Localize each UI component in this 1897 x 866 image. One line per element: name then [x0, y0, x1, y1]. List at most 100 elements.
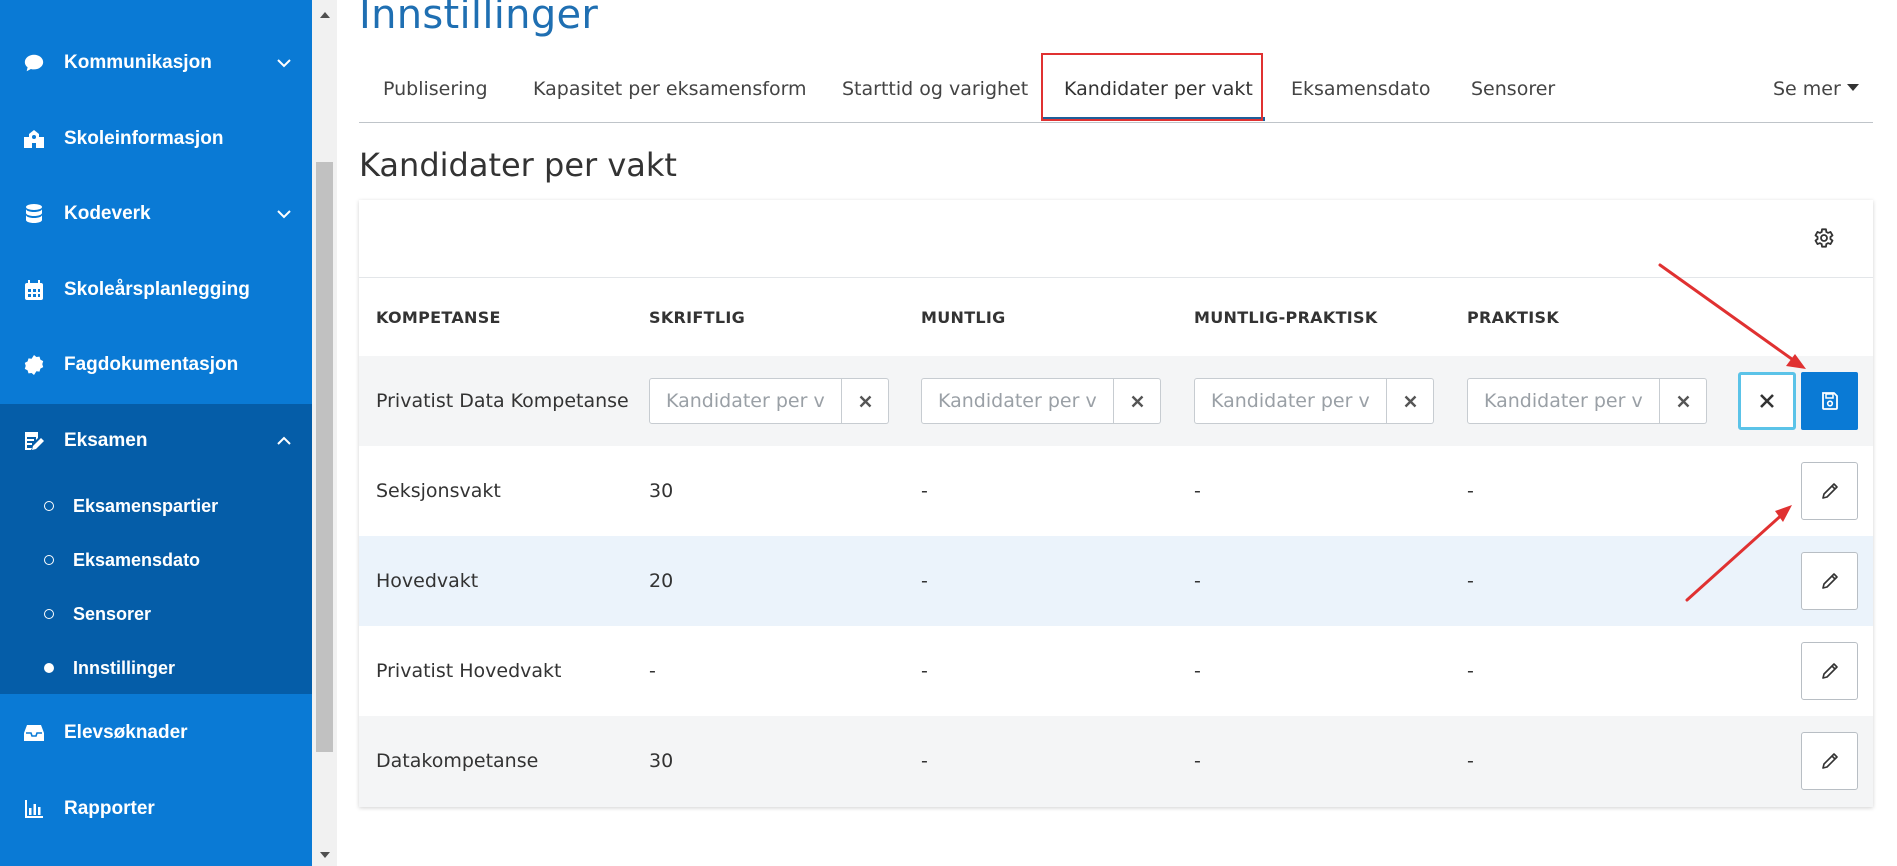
edit-row-button[interactable]: [1801, 732, 1858, 790]
sidebar-item-label: Fagdokumentasjon: [64, 354, 239, 375]
tab-se-mer-label: Se mer: [1773, 78, 1841, 100]
close-icon: [859, 395, 871, 407]
edit-row-button[interactable]: [1801, 552, 1858, 610]
muntlig-praktisk-value: -: [1194, 660, 1201, 682]
sidebar-item-skoleinformasjon[interactable]: Skoleinformasjon: [0, 109, 312, 169]
sidebar-item-elevsoknader[interactable]: Elevsøknader: [0, 703, 312, 763]
tab-sensorer[interactable]: Sensorer: [1471, 78, 1555, 100]
chat-bubble-icon: [22, 51, 46, 75]
skriftlig-value: -: [649, 660, 656, 682]
school-icon: [22, 127, 46, 151]
edit-document-icon: [22, 429, 46, 453]
calendar-icon: [22, 278, 46, 302]
badge-icon: [22, 353, 46, 377]
close-icon: [1677, 395, 1689, 407]
sidebar: Kommunikasjon Skoleinformasjon Kodeverk …: [0, 0, 312, 866]
clear-skriftlig-button[interactable]: [842, 378, 889, 424]
muntlig-value: -: [921, 660, 928, 682]
sidebar-item-label: Eksamen: [64, 430, 148, 451]
muntlig-value: -: [921, 750, 928, 772]
column-header-praktisk[interactable]: PRAKTISK: [1467, 308, 1559, 327]
praktisk-input[interactable]: [1467, 378, 1660, 424]
row-name: Seksjonsvakt: [376, 480, 501, 502]
sidebar-subitem-eksamensdato[interactable]: Eksamensdato: [0, 538, 312, 582]
column-header-kompetanse[interactable]: KOMPETANSE: [376, 308, 501, 327]
sidebar-item-kommunikasjon[interactable]: Kommunikasjon: [0, 33, 312, 93]
sidebar-subitem-label: Sensorer: [73, 603, 152, 624]
sidebar-subitem-sensorer[interactable]: Sensorer: [0, 592, 312, 636]
sidebar-item-fagdokumentasjon[interactable]: Fagdokumentasjon: [0, 335, 312, 395]
sidebar-item-rapporter[interactable]: Rapporter: [0, 779, 312, 839]
radio-dot-filled-icon: [44, 663, 54, 673]
save-button[interactable]: [1801, 372, 1858, 430]
exam-section: Eksamen Eksamenspartier Eksamensdato Sen…: [0, 404, 312, 694]
close-icon: [1404, 395, 1416, 407]
tab-kapasitet-per-eksamensform[interactable]: Kapasitet per eksamensform: [533, 78, 807, 100]
chevron-down-icon: [277, 210, 291, 219]
close-icon: [1760, 394, 1774, 408]
chevron-up-icon: [277, 436, 291, 445]
clear-muntlig-button[interactable]: [1114, 378, 1161, 424]
praktisk-value: -: [1467, 570, 1474, 592]
table-header: KOMPETANSE SKRIFTLIG MUNTLIG MUNTLIG-PRA…: [359, 277, 1873, 358]
scrollbar-thumb[interactable]: [316, 162, 333, 752]
clear-praktisk-button[interactable]: [1660, 378, 1707, 424]
scroll-up-arrow-icon[interactable]: [318, 10, 331, 20]
table-row: Hovedvakt 20 - - -: [359, 536, 1873, 626]
pencil-icon: [1821, 483, 1838, 499]
row-name: Hovedvakt: [376, 570, 479, 592]
row-name: Privatist Data Kompetanse: [376, 390, 629, 412]
tab-eksamensdato[interactable]: Eksamensdato: [1291, 78, 1430, 100]
close-icon: [1131, 395, 1143, 407]
sidebar-subitem-innstillinger[interactable]: Innstillinger: [0, 646, 312, 690]
scroll-down-arrow-icon[interactable]: [318, 850, 331, 860]
praktisk-input-group: [1467, 378, 1707, 424]
floppy-disk-icon: [1821, 392, 1838, 410]
sidebar-item-skolearsplanlegging[interactable]: Skoleårsplanlegging: [0, 260, 312, 320]
skriftlig-value: 30: [649, 750, 674, 772]
caret-down-icon: [1846, 84, 1859, 91]
tab-se-mer[interactable]: Se mer: [1773, 78, 1859, 100]
scrollbar[interactable]: [312, 0, 337, 866]
radio-dot-icon: [44, 609, 54, 619]
sidebar-item-kodeverk[interactable]: Kodeverk: [0, 184, 312, 244]
sidebar-subitem-eksamenspartier[interactable]: Eksamenspartier: [0, 484, 312, 528]
praktisk-value: -: [1467, 480, 1474, 502]
sidebar-subitem-label: Eksamenspartier: [73, 495, 219, 516]
sidebar-item-label: Kodeverk: [64, 203, 151, 224]
skriftlig-input[interactable]: [649, 378, 842, 424]
row-name: Privatist Hovedvakt: [376, 660, 562, 682]
sidebar-item-label: Rapporter: [64, 798, 155, 819]
tab-starttid-og-varighet[interactable]: Starttid og varighet: [842, 78, 1028, 100]
column-header-muntlig-praktisk[interactable]: MUNTLIG-PRAKTISK: [1194, 308, 1378, 327]
sidebar-item-label: Elevsøknader: [64, 722, 188, 743]
muntlig-praktisk-value: -: [1194, 480, 1201, 502]
sidebar-subitem-label: Eksamensdato: [73, 549, 201, 570]
edit-row-button[interactable]: [1801, 642, 1858, 700]
column-header-muntlig[interactable]: MUNTLIG: [921, 308, 1006, 327]
sidebar-item-eksamen[interactable]: Eksamen: [0, 411, 312, 471]
database-icon: [22, 202, 46, 226]
muntlig-praktisk-value: -: [1194, 570, 1201, 592]
muntlig-input[interactable]: [921, 378, 1114, 424]
skriftlig-input-group: [649, 378, 889, 424]
muntlig-praktisk-input-group: [1194, 378, 1434, 424]
table-row: Privatist Hovedvakt - - - -: [359, 626, 1873, 716]
table-row: Seksjonsvakt 30 - - -: [359, 446, 1873, 536]
page-title: Innstillinger: [359, 0, 599, 38]
cancel-edit-button[interactable]: [1738, 372, 1796, 430]
muntlig-praktisk-input[interactable]: [1194, 378, 1387, 424]
praktisk-value: -: [1467, 660, 1474, 682]
annotation-highlight-box: [1041, 53, 1263, 121]
column-header-skriftlig[interactable]: SKRIFTLIG: [649, 308, 745, 327]
bar-chart-icon: [22, 797, 46, 821]
edit-row-button[interactable]: [1801, 462, 1858, 520]
inbox-icon: [22, 721, 46, 745]
gear-icon[interactable]: [1811, 226, 1835, 250]
clear-muntlig-praktisk-button[interactable]: [1387, 378, 1434, 424]
skriftlig-value: 20: [649, 570, 674, 592]
praktisk-value: -: [1467, 750, 1474, 772]
table-row: Datakompetanse 30 - - -: [359, 716, 1873, 807]
tab-publisering[interactable]: Publisering: [383, 78, 488, 100]
row-name: Datakompetanse: [376, 750, 539, 772]
